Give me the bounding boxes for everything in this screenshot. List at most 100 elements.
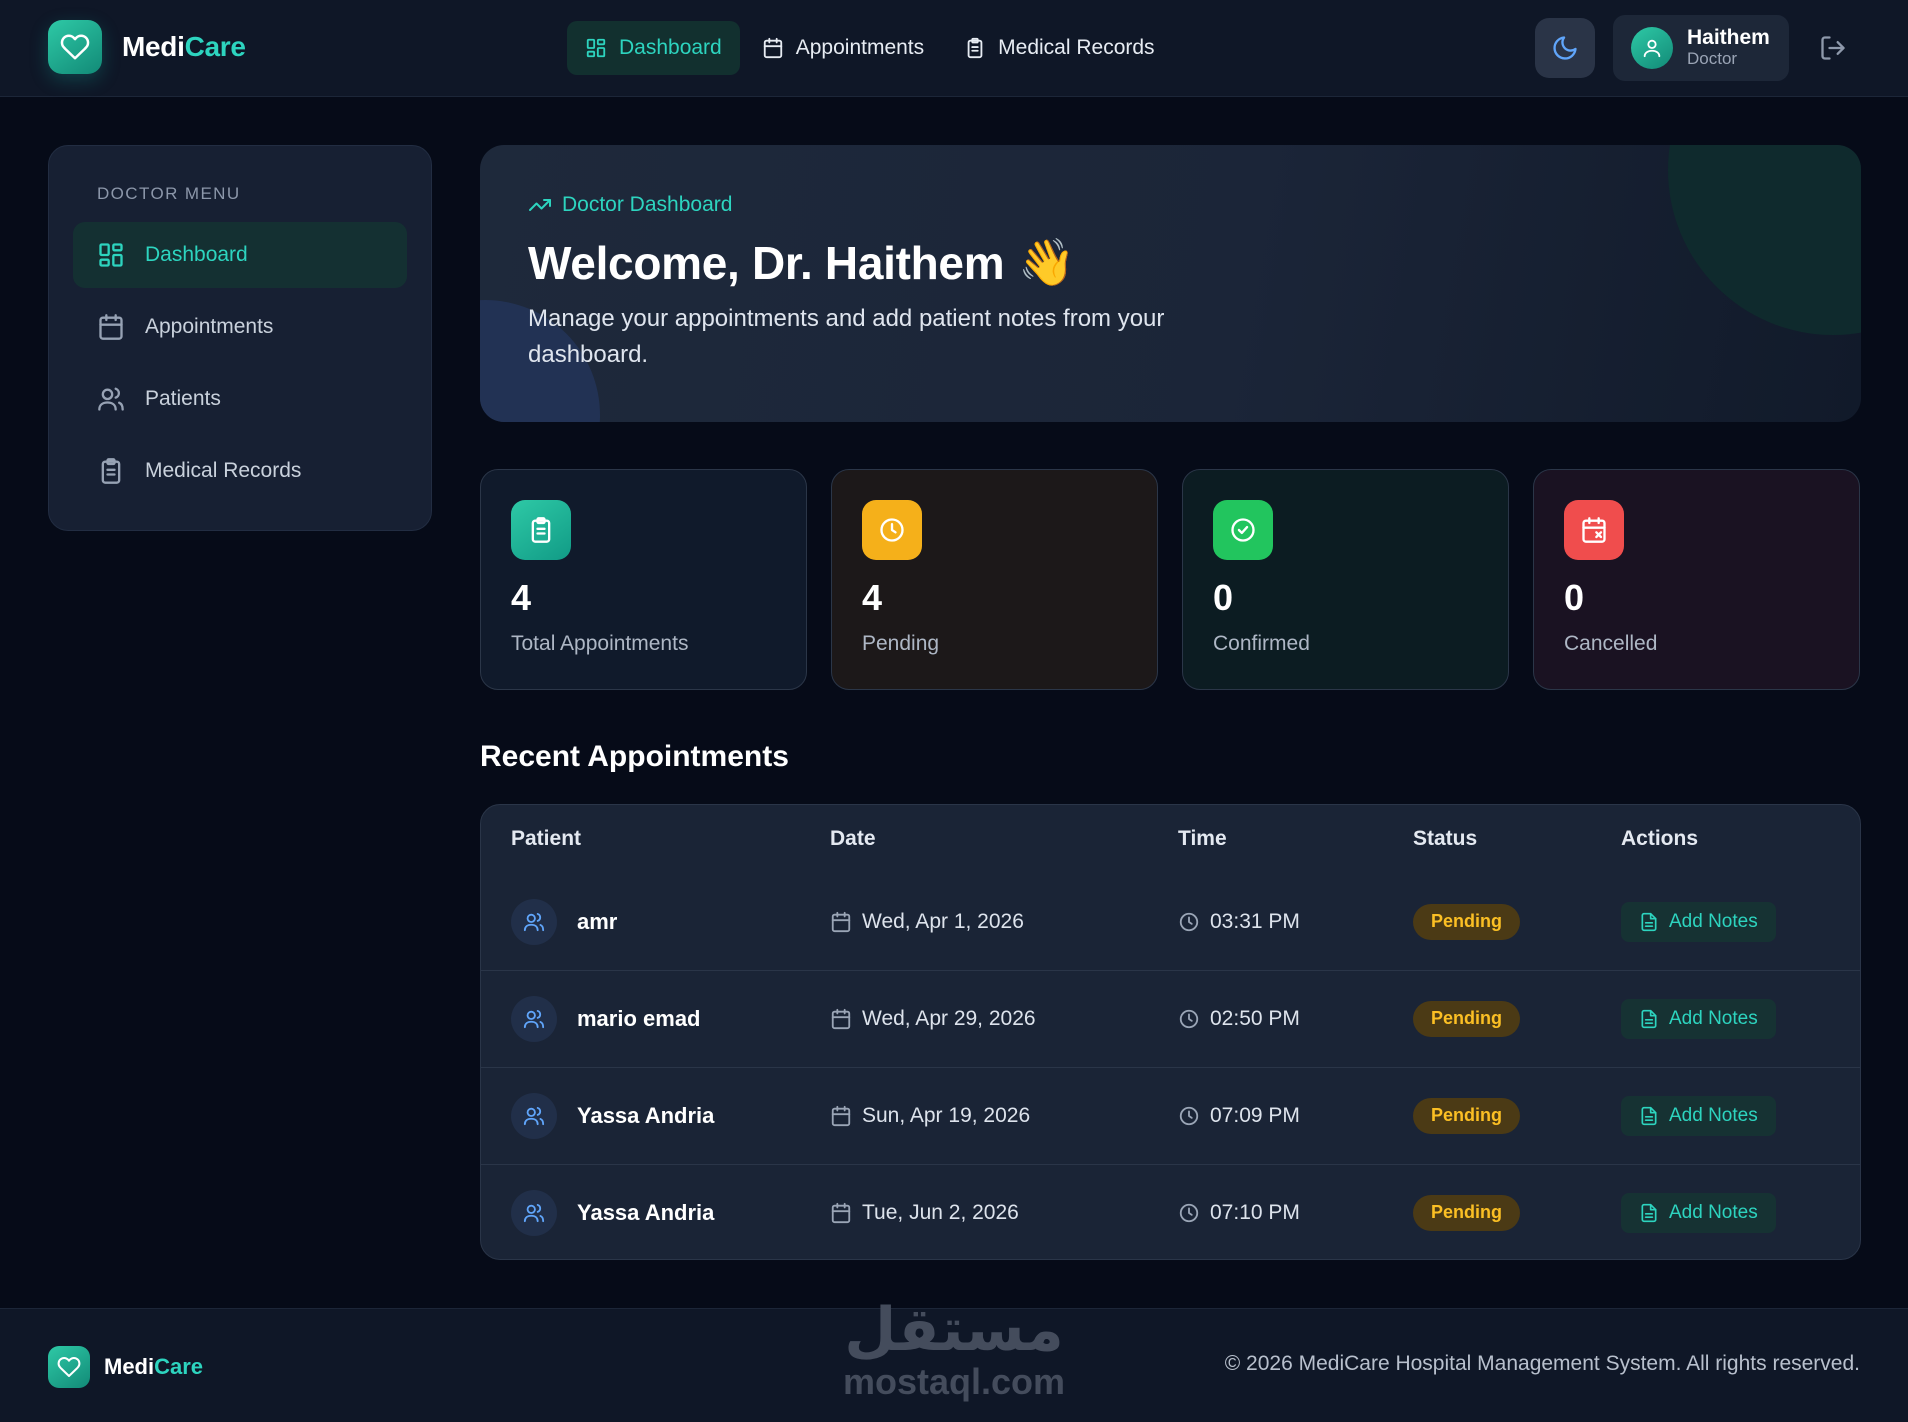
file-text-icon [1639,1106,1659,1126]
user-menu[interactable]: Haithem Doctor [1613,15,1789,81]
file-text-icon [1639,1009,1659,1029]
sidebar-item-patients[interactable]: Patients [73,366,407,432]
brand[interactable]: MediCare [48,20,246,74]
stat-card-cancelled: 0 Cancelled [1533,469,1860,690]
grid-icon [585,37,607,59]
status-cell: Pending [1413,1164,1520,1259]
add-notes-button[interactable]: Add Notes [1621,998,1776,1039]
sidebar-heading: DOCTOR MENU [97,184,241,203]
logout-icon [1819,34,1847,62]
calendar-icon [830,1105,852,1127]
status-cell: Pending [1413,1067,1520,1164]
column-header-date: Date [830,827,876,850]
add-notes-button[interactable]: Add Notes [1621,901,1776,942]
sidebar-item-appointments[interactable]: Appointments [73,294,407,360]
date-cell: Wed, Apr 29, 2026 [830,970,1036,1067]
stat-label: Pending [862,632,940,655]
clock-icon [1178,1008,1200,1030]
sidebar: DOCTOR MENU Dashboard Appointments Patie… [48,145,432,531]
watermark: مستقل mostaql.com [838,1296,1070,1400]
stat-value: 0 [1213,577,1234,618]
users-icon [511,898,557,945]
dashboard-tag: Doctor Dashboard [528,193,732,217]
nav-dashboard[interactable]: Dashboard [567,21,740,75]
appointment-time: 03:31 PM [1210,909,1300,933]
clock-icon [1178,911,1200,933]
calendar-x-icon [1564,500,1624,560]
watermark-latin: mostaql.com [842,1361,1066,1402]
table-row: Yassa Andria Tue, Jun 2, 2026 07:10 PM P… [481,1164,1860,1259]
actions-cell: Add Notes [1621,1164,1776,1259]
user-icon [1631,27,1673,69]
calendar-icon [830,1202,852,1224]
stat-card-confirmed: 0 Confirmed [1182,469,1509,690]
users-icon [511,1189,557,1236]
appointment-time: 07:10 PM [1210,1200,1300,1224]
table-row: Yassa Andria Sun, Apr 19, 2026 07:09 PM … [481,1067,1860,1164]
page-title: Welcome, Dr. Haithem 👋 [528,235,1076,290]
date-cell: Wed, Apr 1, 2026 [830,873,1024,970]
table-row: amr Wed, Apr 1, 2026 03:31 PM Pending Ad… [481,873,1860,970]
footer-brand-name: MediCare [104,1354,203,1380]
nav-appointments[interactable]: Appointments [744,21,942,75]
column-header-patient: Patient [511,827,582,850]
brand-name-part2: Care [184,31,246,62]
theme-toggle-button[interactable] [1535,18,1595,78]
appointment-time: 07:09 PM [1210,1103,1300,1127]
page-subtitle: Manage your appointments and add patient… [528,305,1165,368]
stat-value: 4 [511,577,532,618]
copyright-text: © 2026 MediCare Hospital Management Syst… [1224,1352,1860,1375]
watermark-arabic: مستقل [844,1295,1064,1365]
top-bar: MediCare Dashboard Appointments Medical … [0,0,1908,97]
file-text-icon [1639,1203,1659,1223]
table-row: mario emad Wed, Apr 29, 2026 02:50 PM Pe… [481,970,1860,1067]
grid-icon [97,241,125,269]
status-badge: Pending [1413,1097,1520,1134]
brand-name: MediCare [122,31,246,63]
patient-cell: Yassa Andria [511,1164,714,1259]
stat-value: 0 [1564,577,1585,618]
column-header-status: Status [1413,827,1478,850]
actions-cell: Add Notes [1621,873,1776,970]
status-cell: Pending [1413,873,1520,970]
sidebar-item-medical-records[interactable]: Medical Records [73,438,407,504]
time-cell: 02:50 PM [1178,970,1300,1067]
calendar-icon [97,313,125,341]
actions-cell: Add Notes [1621,1067,1776,1164]
date-cell: Sun, Apr 19, 2026 [830,1067,1030,1164]
logout-button[interactable] [1815,30,1851,66]
patient-cell: mario emad [511,970,701,1067]
add-notes-button[interactable]: Add Notes [1621,1192,1776,1233]
sidebar-item-label: Dashboard [145,243,248,266]
stat-value: 4 [862,577,883,618]
moon-icon [1551,34,1579,62]
sidebar-item-dashboard[interactable]: Dashboard [73,222,407,288]
column-header-time: Time [1178,827,1227,850]
nav-dashboard-label: Dashboard [619,36,722,59]
trending-up-icon [528,193,552,217]
calendar-icon [830,911,852,933]
stat-label: Cancelled [1564,632,1658,655]
waving-hand-icon: 👋 [1018,236,1076,288]
sidebar-item-label: Patients [145,387,221,410]
section-title: Recent Appointments [480,740,789,773]
brand-name-part1: Medi [122,31,185,62]
users-icon [511,1092,557,1139]
clock-icon [1178,1202,1200,1224]
footer-brand[interactable]: MediCare [48,1346,203,1388]
patient-name: Yassa Andria [577,1102,715,1128]
nav-medical-records-label: Medical Records [998,36,1155,59]
clipboard-icon [97,457,125,485]
users-icon [97,385,125,413]
add-notes-button[interactable]: Add Notes [1621,1095,1776,1136]
actions-cell: Add Notes [1621,970,1776,1067]
status-badge: Pending [1413,1194,1520,1231]
user-name: Haithem [1687,26,1770,50]
appointments-table: Patient Date Time Status Actions amr Wed… [480,804,1861,1260]
add-notes-label: Add Notes [1669,1104,1758,1126]
patient-cell: Yassa Andria [511,1067,714,1164]
appointment-date: Tue, Jun 2, 2026 [862,1200,1019,1224]
nav-medical-records[interactable]: Medical Records [946,21,1172,75]
add-notes-label: Add Notes [1669,910,1758,932]
nav-appointments-label: Appointments [795,36,925,59]
